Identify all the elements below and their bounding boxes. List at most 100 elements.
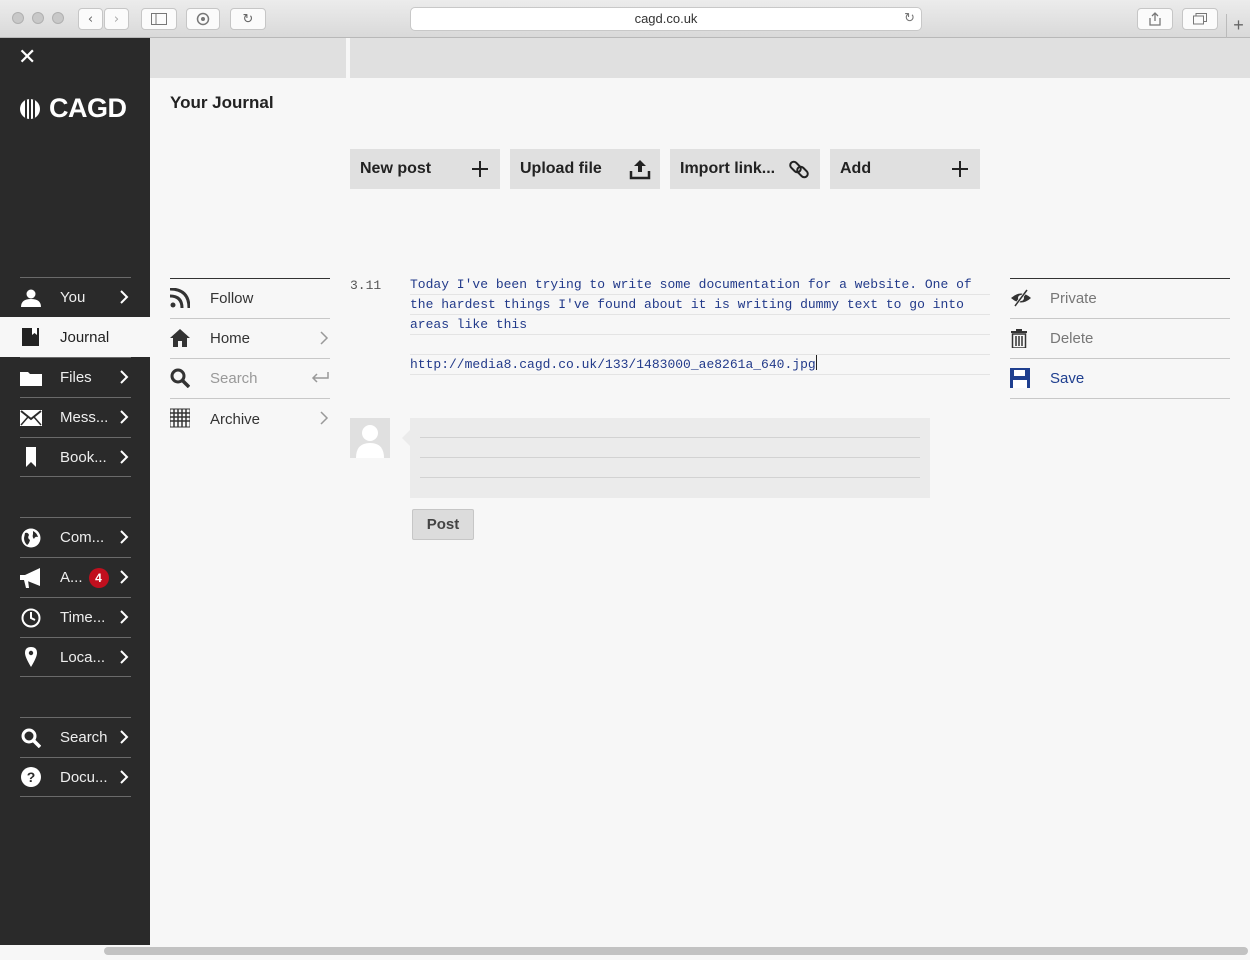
- window-close-dot[interactable]: [12, 12, 24, 24]
- reload-icon[interactable]: ↻: [904, 8, 915, 30]
- back-button[interactable]: ‹: [78, 8, 103, 30]
- sidebar-toggle-button[interactable]: [141, 8, 177, 30]
- browser-toolbar: ‹ › ↻ cagd.co.uk ↻ +: [0, 0, 1250, 38]
- post-line: the hardest things I've found about it i…: [410, 295, 990, 315]
- post-editor[interactable]: Today I've been trying to write some doc…: [410, 275, 990, 375]
- sidebar-icon: [151, 13, 167, 25]
- sidebar-item-label: Book...: [60, 448, 107, 466]
- eye-slash-icon: [1011, 289, 1031, 307]
- sidebar-item-files[interactable]: Files: [20, 357, 131, 397]
- chevron-right-icon: [120, 290, 129, 304]
- sidebar-item-label: Loca...: [60, 648, 106, 666]
- post-line: Today I've been trying to write some doc…: [410, 275, 990, 295]
- sidebar-item-search[interactable]: Search: [20, 717, 131, 757]
- notification-badge: 4: [88, 567, 109, 588]
- logo[interactable]: CAGD: [20, 93, 127, 124]
- horizontal-scrollbar[interactable]: [104, 947, 1248, 955]
- forward-button[interactable]: ›: [104, 8, 129, 30]
- link-icon: [789, 160, 809, 179]
- follow-link[interactable]: Follow: [170, 279, 330, 319]
- person-placeholder-icon: [356, 425, 384, 458]
- tabs-icon: [1193, 13, 1207, 25]
- calendar-icon: [170, 408, 190, 428]
- plus-icon: +: [1233, 15, 1244, 35]
- search-icon: [170, 368, 190, 388]
- delete-button[interactable]: Delete: [1010, 319, 1230, 359]
- post-line-url: http://media8.cagd.co.uk/133/1483000_ae8…: [410, 355, 990, 375]
- clock-icon: [20, 607, 42, 629]
- delete-label: Delete: [1050, 330, 1094, 347]
- chevron-right-icon: [120, 770, 129, 784]
- home-link[interactable]: Home: [170, 319, 330, 359]
- archive-label: Archive: [210, 410, 261, 428]
- follow-label: Follow: [210, 290, 254, 307]
- close-sidebar-button[interactable]: ✕: [18, 47, 42, 71]
- sidebar-item-community[interactable]: Com...: [20, 517, 131, 557]
- rss-icon: [170, 288, 190, 308]
- save-label: Save: [1050, 370, 1085, 387]
- logo-text: CAGD: [49, 93, 127, 123]
- bookmark-icon: [20, 446, 42, 468]
- chevron-right-icon: [320, 411, 329, 425]
- reload-button[interactable]: ↻: [230, 8, 266, 30]
- upload-icon: [629, 160, 651, 180]
- journal-subnav: Follow Home Search Archive: [170, 278, 330, 439]
- comment-input[interactable]: [402, 418, 930, 498]
- floppy-disk-icon: [1010, 368, 1030, 388]
- chevron-right-icon: [120, 370, 129, 384]
- chevron-left-icon: ‹: [87, 11, 94, 27]
- help-icon: ?: [20, 766, 42, 788]
- sidebar-item-label: You: [60, 289, 86, 306]
- url-text: cagd.co.uk: [634, 11, 698, 26]
- trash-icon: [1011, 329, 1027, 348]
- sidebar-item-label: Mess...: [60, 409, 109, 426]
- post-line: [410, 335, 990, 355]
- tab-strip: [150, 38, 1250, 78]
- archive-link[interactable]: Archive: [170, 399, 330, 439]
- person-icon: [20, 287, 42, 309]
- sidebar-item-locations[interactable]: Loca...: [20, 637, 131, 677]
- private-button[interactable]: Private: [1010, 279, 1230, 319]
- plus-icon: [952, 161, 968, 177]
- folder-icon: [20, 367, 42, 389]
- import-link-button[interactable]: Import link...: [670, 149, 820, 189]
- add-button[interactable]: Add: [830, 149, 980, 189]
- sidebar-item-messages[interactable]: Mess...: [20, 397, 131, 437]
- extension-button[interactable]: [186, 8, 220, 30]
- journal-search-field[interactable]: Search: [170, 359, 330, 399]
- save-button[interactable]: Save: [1010, 359, 1230, 399]
- sidebar-item-timeline[interactable]: Time...: [20, 597, 131, 637]
- sidebar-item-bookmarks[interactable]: Book...: [20, 437, 131, 477]
- new-post-button[interactable]: New post: [350, 149, 500, 189]
- home-label: Home: [210, 330, 251, 347]
- import-link-label: Import link...: [680, 160, 776, 177]
- sidebar-item-journal[interactable]: Journal: [0, 317, 150, 357]
- private-label: Private: [1050, 290, 1097, 307]
- share-button[interactable]: [1137, 8, 1173, 30]
- sidebar-item-announcements[interactable]: A... 4: [20, 557, 131, 597]
- sidebar-item-you[interactable]: You: [20, 277, 131, 317]
- post-comment-button[interactable]: Post: [412, 509, 474, 540]
- search-icon: [20, 727, 42, 749]
- chevron-right-icon: [120, 610, 129, 624]
- window-minimize-dot[interactable]: [32, 12, 44, 24]
- window-zoom-dot[interactable]: [52, 12, 64, 24]
- journal-icon: [20, 326, 42, 348]
- address-bar[interactable]: cagd.co.uk ↻: [410, 7, 922, 31]
- chevron-right-icon: [120, 650, 129, 664]
- comment-line: [420, 438, 920, 458]
- globe-icon: [20, 527, 42, 549]
- page-title: Your Journal: [170, 93, 274, 112]
- plus-icon: [472, 161, 488, 177]
- sidebar-item-label: Com...: [60, 529, 105, 546]
- new-tab-button[interactable]: +: [1226, 14, 1250, 38]
- post-actions: Private Delete Save: [1010, 278, 1230, 399]
- sidebar-group-tools: Search ? Docu...: [0, 717, 150, 797]
- upload-file-button[interactable]: Upload file: [510, 149, 660, 189]
- comment-line: [420, 458, 920, 478]
- sidebar-item-documentation[interactable]: ? Docu...: [20, 757, 131, 797]
- tabs-button[interactable]: [1182, 8, 1218, 30]
- post-date: 3.11: [350, 278, 382, 293]
- sync-icon: [196, 12, 210, 26]
- chevron-right-icon: ›: [113, 11, 120, 27]
